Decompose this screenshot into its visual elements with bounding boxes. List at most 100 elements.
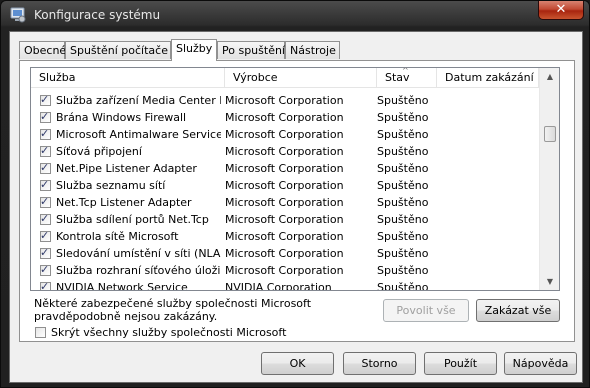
status-cell: Spuštěno [377,179,429,192]
title-bar[interactable]: Konfigurace systému ✕ [1,1,589,31]
manufacturer-cell: Microsoft Corporation [225,128,344,141]
service-enabled-checkbox[interactable]: ✓ [40,229,51,242]
table-row[interactable]: ✓ Služba rozhraní síťového úložiště Micros… [31,262,539,279]
column-header-status[interactable]: Stav ^ [377,68,437,87]
status-cell: Spuštěno [377,281,429,291]
table-row[interactable]: ✓ Síťová připojení Microsoft Corporation Sp… [31,143,539,160]
service-name-cell: Síťová připojení [56,145,142,158]
service-enabled-checkbox[interactable]: ✓ [40,212,51,225]
status-cell: Spuštěno [377,162,429,175]
cancel-button[interactable]: Storno [343,352,416,375]
column-header-service[interactable]: Služba [31,68,225,87]
status-cell: Spuštěno [377,94,429,107]
status-cell: Spuštěno [377,111,429,124]
checkmark-icon: ✓ [40,110,50,123]
tab-boot[interactable]: Spuštění počítače [65,41,171,59]
table-row[interactable]: ✓ Služba zařízení Media Center Ext... Micr… [31,92,539,109]
protected-services-note: Některé zabezpečené služby společnosti M… [34,297,312,323]
service-enabled-checkbox[interactable]: ✓ [40,280,51,291]
status-cell: Spuštěno [377,213,429,226]
table-row[interactable]: ✓ NVIDIA Network Service NVIDIA Corporatio… [31,279,539,291]
service-enabled-checkbox[interactable]: ✓ [40,93,51,106]
manufacturer-cell: Microsoft Corporation [225,230,344,243]
checkmark-icon: ✓ [40,212,50,225]
service-name-cell: Brána Windows Firewall [56,111,187,124]
column-header-manufacturer[interactable]: Výrobce [225,68,377,87]
msconfig-icon [10,7,26,23]
sort-ascending-icon: ^ [402,67,409,75]
checkmark-icon: ✓ [40,178,50,191]
enable-all-button[interactable]: Povolit vše [383,299,469,322]
table-row[interactable]: ✓ Net.Pipe Listener Adapter Microsoft Corp… [31,160,539,177]
service-name-cell: Kontrola sítě Microsoft [56,230,179,243]
checkmark-icon: ✓ [40,229,50,242]
service-enabled-checkbox[interactable]: ✓ [40,127,51,140]
checkmark-icon: ✓ [40,263,50,276]
close-icon: ✕ [555,2,567,17]
tab-tools[interactable]: Nástroje [285,41,340,59]
service-enabled-checkbox[interactable]: ✓ [40,263,51,276]
service-enabled-checkbox[interactable]: ✓ [40,144,51,157]
service-name-cell: Služba seznamu sítí [56,179,166,192]
status-cell: Spuštěno [377,128,429,141]
manufacturer-cell: Microsoft Corporation [225,264,344,277]
manufacturer-cell: Microsoft Corporation [225,111,344,124]
table-row[interactable]: ✓ Služba seznamu sítí Microsoft Corporatio… [31,177,539,194]
manufacturer-cell: Microsoft Corporation [225,247,344,260]
manufacturer-cell: Microsoft Corporation [225,94,344,107]
hide-microsoft-services-label[interactable]: Skrýt všechny služby společnosti Microso… [51,326,286,339]
list-header: Služba Výrobce Stav ^ Datum zakázání [31,68,539,88]
manufacturer-cell: Microsoft Corporation [225,213,344,226]
status-cell: Spuštěno [377,264,429,277]
service-name-cell: Net.Pipe Listener Adapter [56,162,197,175]
system-configuration-window: Konfigurace systému ✕ Obecné Spuštění po… [0,0,590,388]
apply-button[interactable]: Použít [424,352,497,375]
table-row[interactable]: ✓ Sledování umístění v síti (NLA) Microsof… [31,245,539,262]
tab-startup[interactable]: Po spuštění [217,41,285,59]
table-row[interactable]: ✓ Kontrola sítě Microsoft Microsoft Corpor… [31,228,539,245]
manufacturer-cell: Microsoft Corporation [225,196,344,209]
window-title: Konfigurace systému [34,8,161,22]
tab-general[interactable]: Obecné [19,41,66,59]
status-cell: Spuštěno [377,230,429,243]
checkmark-icon: ✓ [40,280,50,291]
service-enabled-checkbox[interactable]: ✓ [40,178,51,191]
table-row[interactable]: ✓ Microsoft Antimalware Service Microsoft … [31,126,539,143]
close-button[interactable]: ✕ [538,1,584,20]
tab-services[interactable]: Služby [171,39,217,61]
ok-button[interactable]: OK [261,352,334,375]
scroll-down-icon[interactable]: ▼ [540,273,559,290]
status-cell: Spuštěno [377,247,429,260]
status-cell: Spuštěno [377,196,429,209]
checkmark-icon: ✓ [40,161,50,174]
service-name-cell: Microsoft Antimalware Service [56,128,221,141]
checkmark-icon: ✓ [40,93,50,106]
manufacturer-cell: Microsoft Corporation [225,145,344,158]
help-button[interactable]: Nápověda [504,352,577,375]
table-row[interactable]: ✓ Brána Windows Firewall Microsoft Corpora… [31,109,539,126]
dialog-client-area: Obecné Spuštění počítače Služby Po spušt… [9,31,583,383]
table-row[interactable]: ✓ Služba sdílení portů Net.Tcp Microsoft C… [31,211,539,228]
hide-microsoft-services-checkbox[interactable] [35,327,46,338]
manufacturer-cell: Microsoft Corporation [225,179,344,192]
service-name-cell: Služba rozhraní síťového úložiště [56,264,221,277]
service-name-cell: Služba zařízení Media Center Ext... [56,94,221,107]
service-enabled-checkbox[interactable]: ✓ [40,195,51,208]
column-header-date-disabled[interactable]: Datum zakázání [437,68,539,87]
disable-all-button[interactable]: Zakázat vše [476,299,560,322]
manufacturer-cell: Microsoft Corporation [225,162,344,175]
list-rows: ✓ Služba zařízení Media Center Ext... Micr… [31,92,539,291]
vertical-scrollbar[interactable]: ▲ ▼ [539,68,559,290]
service-name-cell: Net.Tcp Listener Adapter [56,196,192,209]
scroll-up-icon[interactable]: ▲ [540,68,559,85]
service-enabled-checkbox[interactable]: ✓ [40,110,51,123]
service-enabled-checkbox[interactable]: ✓ [40,161,51,174]
checkmark-icon: ✓ [40,144,50,157]
table-row[interactable]: ✓ Net.Tcp Listener Adapter Microsoft Corpo… [31,194,539,211]
checkmark-icon: ✓ [40,195,50,208]
services-list[interactable]: Služba Výrobce Stav ^ Datum zakázání ✓ Sl… [30,67,560,291]
scroll-thumb[interactable] [544,126,556,142]
manufacturer-cell: NVIDIA Corporation [225,281,332,291]
checkmark-icon: ✓ [40,246,50,259]
service-enabled-checkbox[interactable]: ✓ [40,246,51,259]
